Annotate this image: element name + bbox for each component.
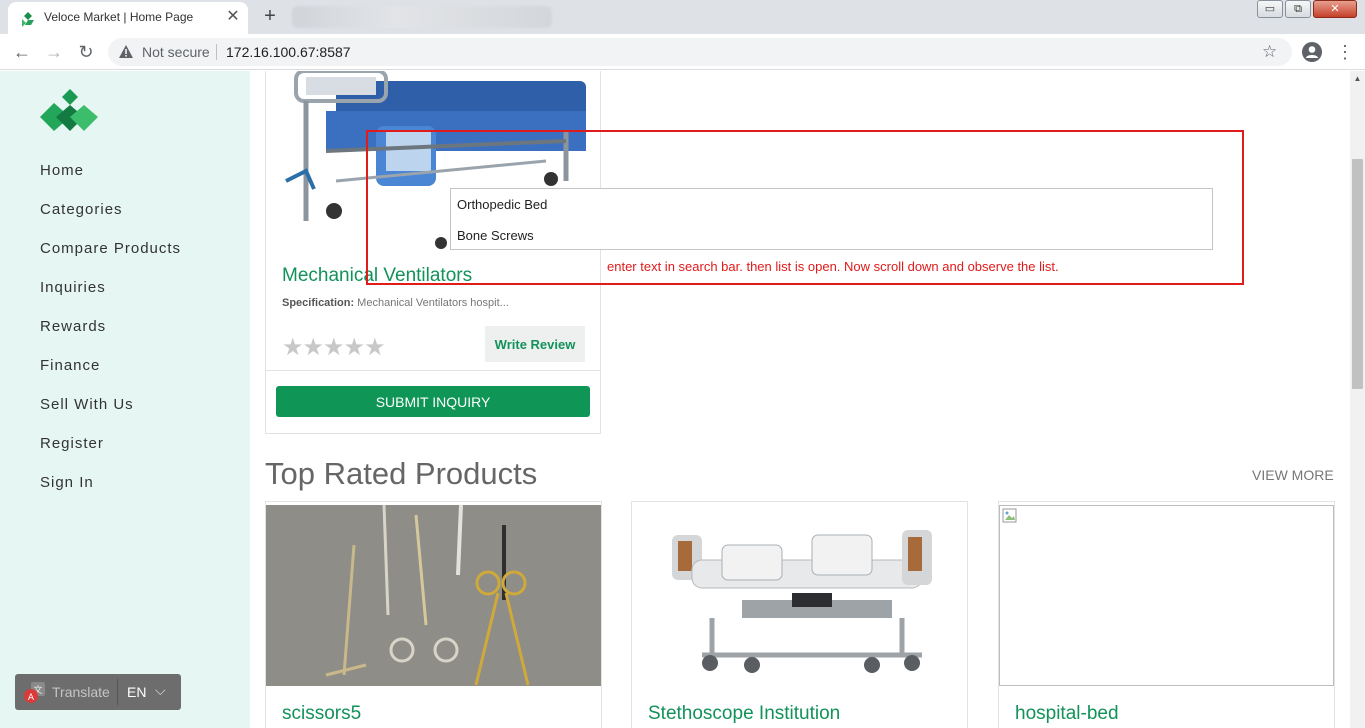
veloce-logo[interactable] <box>40 89 100 133</box>
spec-value: Mechanical Ventilators hospit... <box>354 297 509 309</box>
svg-text:A: A <box>28 693 35 703</box>
translate-icon: 文 A <box>24 682 45 703</box>
translate-divider <box>117 679 118 705</box>
veloce-favicon-icon <box>22 12 34 27</box>
sidebar-item-sell-with-us[interactable]: Sell With Us <box>40 393 181 432</box>
tab-close-icon[interactable]: ✕ <box>224 8 242 26</box>
product-card: scissors5 <box>265 501 602 728</box>
submit-inquiry-button[interactable]: SUBMIT INQUIRY <box>276 386 590 417</box>
product-image-hospital-bed[interactable] <box>999 505 1334 686</box>
product-image-scissors[interactable] <box>266 505 601 686</box>
browser-tab-strip: Veloce Market | Home Page ✕ + ▭ ⧉ ✕ <box>0 0 1365 34</box>
page-scrollbar[interactable]: ▲ <box>1350 71 1365 728</box>
surgical-instruments-image <box>266 505 601 686</box>
product-title[interactable]: Stethoscope Institution <box>648 703 840 725</box>
sidebar-item-home[interactable]: Home <box>40 159 181 198</box>
security-status[interactable]: Not secure <box>142 44 210 60</box>
view-more-link[interactable]: VIEW MORE <box>1252 467 1334 483</box>
scroll-up-arrow-icon[interactable]: ▲ <box>1350 73 1365 85</box>
browser-toolbar: ← → ↻ Not secure 172.16.100.67:8587 ☆ ⋮ <box>0 34 1365 70</box>
write-review-button[interactable]: Write Review <box>485 326 585 362</box>
new-tab-button[interactable]: + <box>258 5 282 29</box>
browser-tab-active[interactable]: Veloce Market | Home Page ✕ <box>8 2 248 34</box>
background-tab[interactable] <box>292 6 552 28</box>
chevron-down-icon[interactable]: ⌵ <box>155 682 166 699</box>
reload-icon[interactable]: ↻ <box>74 40 98 64</box>
bookmark-star-icon[interactable]: ☆ <box>1262 42 1277 62</box>
product-spec: Specification: Mechanical Ventilators ho… <box>282 297 509 309</box>
product-card: Stethoscope Institution <box>631 501 968 728</box>
forward-arrow-icon[interactable]: → <box>42 40 66 64</box>
translate-widget[interactable]: 文 A Translate EN ⌵ <box>15 674 181 710</box>
rating-stars[interactable]: ★★★★★ <box>282 333 386 362</box>
annotation-note: enter text in search bar. then list is o… <box>607 259 1059 274</box>
product-card: hospital-bed <box>998 501 1335 728</box>
sidebar-item-compare-products[interactable]: Compare Products <box>40 237 181 276</box>
section-title-top-rated: Top Rated Products <box>265 456 538 491</box>
sidebar-item-finance[interactable]: Finance <box>40 354 181 393</box>
broken-image-icon <box>1002 508 1017 523</box>
close-window-button[interactable]: ✕ <box>1313 0 1357 18</box>
sidebar-item-categories[interactable]: Categories <box>40 198 181 237</box>
spec-label: Specification: <box>282 297 355 309</box>
tab-title: Veloce Market | Home Page <box>44 10 194 24</box>
warning-triangle-icon <box>119 45 133 58</box>
window-controls: ▭ ⧉ ✕ <box>1255 0 1357 20</box>
electric-bed-image <box>672 530 932 673</box>
product-title[interactable]: hospital-bed <box>1015 703 1119 725</box>
profile-avatar-icon[interactable] <box>1302 42 1322 62</box>
translate-label: Translate <box>52 684 110 700</box>
card-divider <box>266 370 600 371</box>
back-arrow-icon[interactable]: ← <box>10 40 34 64</box>
sidebar: Home Categories Compare Products Inquiri… <box>0 71 250 728</box>
minimize-button[interactable]: ▭ <box>1257 0 1283 18</box>
product-image-stethoscope-institution[interactable] <box>632 505 967 686</box>
restore-button[interactable]: ⧉ <box>1285 0 1311 18</box>
browser-menu-icon[interactable]: ⋮ <box>1336 40 1354 64</box>
scrollbar-thumb[interactable] <box>1352 159 1363 389</box>
sidebar-item-sign-in[interactable]: Sign In <box>40 471 181 510</box>
omnibox-separator <box>216 44 217 60</box>
language-select[interactable]: EN <box>127 684 146 700</box>
address-bar[interactable]: Not secure 172.16.100.67:8587 ☆ <box>108 38 1292 66</box>
sidebar-item-inquiries[interactable]: Inquiries <box>40 276 181 315</box>
sidebar-item-rewards[interactable]: Rewards <box>40 315 181 354</box>
url-text[interactable]: 172.16.100.67:8587 <box>226 44 351 60</box>
sidebar-nav: Home Categories Compare Products Inquiri… <box>40 159 181 510</box>
sidebar-item-register[interactable]: Register <box>40 432 181 471</box>
product-title[interactable]: scissors5 <box>282 703 361 725</box>
